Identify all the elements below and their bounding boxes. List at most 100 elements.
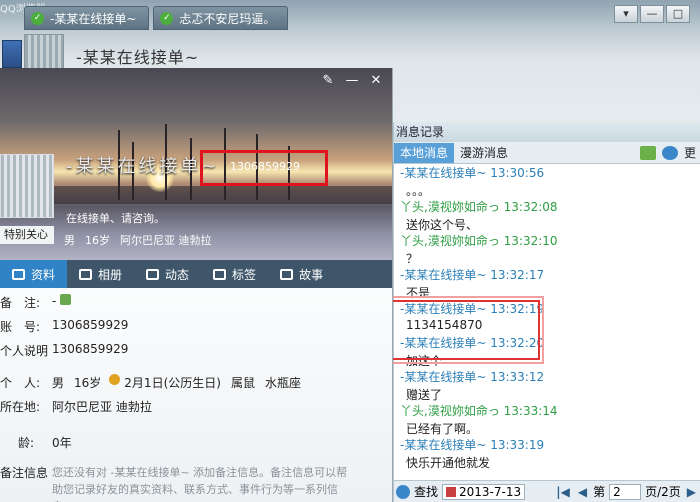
profile-nav: 资料 相册 动态 标签 故事 — [0, 260, 392, 288]
qage-value: 0年 — [52, 436, 72, 450]
first-page-button[interactable]: |◀ — [554, 485, 572, 499]
conversation-tab-label: -某某在线接单~ — [50, 11, 137, 26]
profile-name: -某某在线接单~ — [66, 156, 220, 177]
remark-row: 备 注: - — [0, 294, 72, 311]
story-icon — [280, 268, 294, 280]
next-page-button[interactable]: ▶ — [685, 485, 700, 499]
card-minimize-button[interactable]: — — [341, 72, 363, 90]
personal-age: 16岁 — [74, 376, 102, 390]
account-value: 1306859929 — [52, 318, 129, 332]
profile-details: 备 注: - 账 号: 1306859929 个人说明 1306859929 个… — [0, 288, 392, 502]
qage-label: 龄: — [18, 436, 35, 450]
banner-horizon — [0, 186, 392, 204]
tab-label: 资料 — [31, 267, 56, 282]
conversation-tab-1[interactable]: ✓ -某某在线接单~ — [24, 6, 150, 30]
message-header: 丫头,漠视妳如命っ 13:32:10 — [400, 234, 558, 248]
basic-location: 阿尔巴尼亚 迪勃拉 — [120, 234, 212, 247]
bookmark-icon — [213, 268, 227, 280]
message-body: 快乐开通他就发 — [406, 456, 491, 470]
remark-info-text: 您还没有对 -某某在线接单~ 添加备注信息。备注信息可以帮助您记录好友的真实资料… — [52, 466, 348, 502]
description-label: 个人说明 — [0, 344, 49, 358]
special-care-button[interactable]: 特别关心 — [0, 226, 54, 244]
account-label: 账 号: — [0, 320, 41, 334]
profile-avatar[interactable] — [0, 154, 54, 218]
personal-zodiac: 属鼠 — [230, 376, 255, 390]
history-toolbar: 更 — [639, 144, 700, 161]
crown-icon — [109, 374, 121, 385]
description-row: 个人说明 1306859929 — [0, 342, 128, 359]
calendar-icon — [446, 486, 457, 497]
search-icon[interactable] — [396, 484, 410, 499]
description-value: 1306859929 — [52, 342, 129, 356]
profile-card: ✎ — ✕ -某某在线接单~ 1306859929 在线接单、请咨询。 特别关心… — [0, 68, 393, 502]
profile-icon — [12, 268, 25, 280]
personal-row: 个 人: 男 16岁 2月1日(公历生日) 属鼠 水瓶座 — [0, 374, 301, 391]
date-value: 2013-7-13 — [459, 484, 522, 499]
message-header: -某某在线接单~ 13:33:19 — [400, 438, 545, 452]
card-close-button[interactable]: ✕ — [365, 72, 387, 90]
tab-tags[interactable]: 标签 — [201, 260, 268, 288]
tab-label: 标签 — [232, 267, 257, 282]
tab-local-messages[interactable]: 本地消息 — [394, 142, 455, 163]
chat-title: -某某在线接单~ — [76, 48, 200, 67]
page-prefix: 第 — [593, 485, 606, 499]
prev-page-button[interactable]: ◀ — [576, 485, 589, 499]
message-body: 已经有了啊。 — [406, 422, 479, 436]
message-header: 丫头,漠视妳如命っ 13:32:08 — [400, 200, 558, 214]
search-button[interactable]: 查找 — [414, 483, 438, 500]
page-suffix: 页/2页 — [645, 485, 681, 499]
message-header: -某某在线接单~ 13:32:17 — [400, 268, 545, 282]
online-check-icon: ✓ — [31, 11, 44, 25]
card-controls: ✎ — ✕ — [317, 72, 387, 90]
message-header: -某某在线接单~ 13:33:12 — [400, 370, 545, 384]
location-value: 阿尔巴尼亚 迪勃拉 — [52, 400, 152, 414]
personal-star-sign: 水瓶座 — [264, 376, 301, 390]
account-row: 账 号: 1306859929 — [0, 318, 128, 335]
skin-button[interactable]: ✎ — [317, 72, 339, 90]
remark-label: 备 注: — [0, 296, 41, 310]
qq-number-highlight — [200, 150, 328, 186]
location-label: 所在地: — [0, 400, 41, 414]
history-footer: 查找 2013-7-13 |◀ ◀ 第 2 页/2页 ▶ — [394, 480, 700, 502]
online-check-icon: ✓ — [160, 11, 174, 25]
feed-icon — [146, 268, 160, 280]
window-menu-button[interactable]: ▾ — [614, 5, 638, 23]
desktop-icon — [2, 40, 22, 68]
remark-value[interactable]: - — [52, 294, 56, 311]
personal-label: 个 人: — [0, 376, 41, 390]
edit-remark-icon[interactable] — [60, 294, 72, 305]
personal-gender: 男 — [52, 376, 65, 390]
tab-feed[interactable]: 动态 — [134, 260, 201, 288]
tab-label: 动态 — [165, 267, 190, 282]
date-picker[interactable]: 2013-7-13 — [442, 483, 526, 500]
more-icon[interactable] — [661, 145, 678, 160]
basic-gender: 男 — [64, 234, 75, 247]
tab-album[interactable]: 相册 — [67, 260, 134, 288]
window-minimize-button[interactable]: — — [640, 5, 664, 23]
tab-profile[interactable]: 资料 — [0, 260, 68, 288]
history-tabs: 本地消息 漫游消息 更 — [394, 142, 700, 164]
qage-row: 龄: 0年 — [0, 434, 72, 451]
message-body: 赠送了 — [406, 388, 443, 402]
page-input[interactable]: 2 — [609, 483, 642, 500]
basic-age: 16岁 — [85, 234, 110, 247]
message-body: ？ — [406, 252, 419, 266]
conversation-tab-2[interactable]: ✓ 忐忑不安尼玛逼。 — [153, 6, 289, 30]
tab-label: 故事 — [299, 267, 324, 282]
album-icon — [79, 268, 93, 280]
tab-label: 相册 — [98, 267, 123, 282]
remark-info-label: 备注信息 — [0, 466, 49, 480]
personal-birthday: 2月1日(公历生日) — [124, 376, 221, 390]
message-body: 。。。 — [406, 184, 431, 198]
message-header: -某某在线接单~ 13:30:56 — [400, 166, 545, 180]
message-body: 不是 — [406, 286, 431, 300]
location-row: 所在地: 阿尔巴尼亚 迪勃拉 — [0, 398, 152, 415]
tab-story[interactable]: 故事 — [268, 260, 335, 288]
more-label[interactable]: 更 — [684, 144, 696, 161]
tab-roaming-messages[interactable]: 漫游消息 — [454, 143, 514, 163]
export-icon[interactable] — [639, 145, 656, 160]
history-title: 消息记录 — [394, 122, 700, 142]
conversation-tab-label: 忐忑不安尼玛逼。 — [179, 11, 276, 26]
profile-basic-info: 男 16岁 阿尔巴尼亚 迪勃拉 — [64, 232, 212, 248]
window-maximize-button[interactable]: □ — [666, 5, 690, 23]
